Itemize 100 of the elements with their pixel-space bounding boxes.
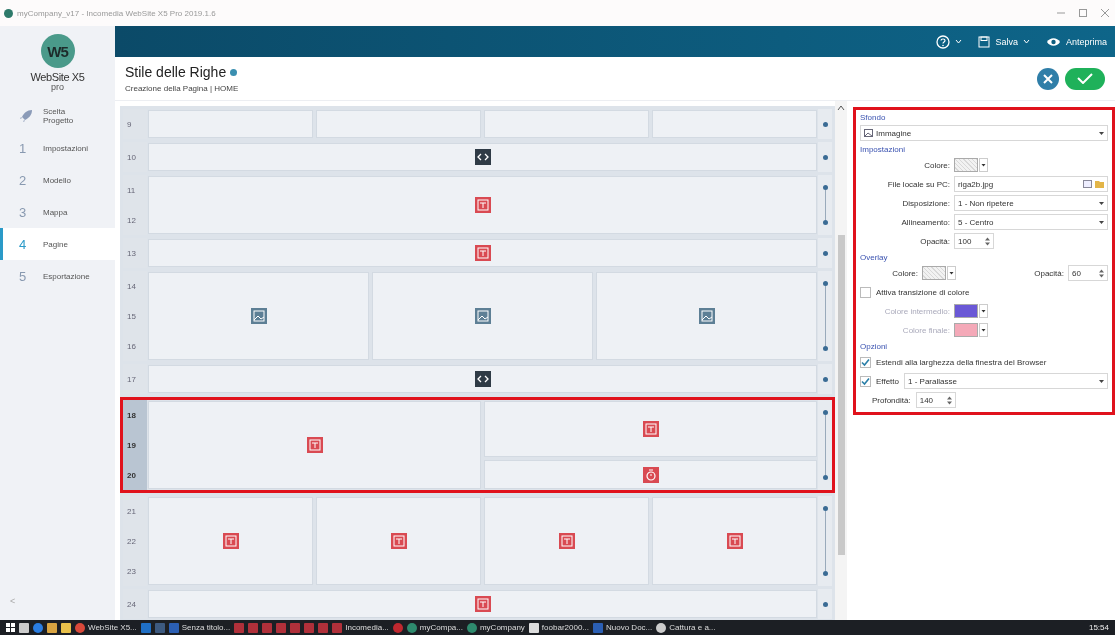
taskbar-item[interactable]: myCompa... — [406, 622, 463, 633]
grid-cell[interactable] — [484, 460, 817, 489]
scrollbar[interactable] — [835, 101, 847, 620]
spin-field[interactable]: 60 — [1068, 265, 1108, 281]
grid-cell[interactable] — [484, 497, 649, 585]
maximize-icon[interactable] — [1079, 9, 1087, 17]
dropdown[interactable]: 1 - Non ripetere — [954, 195, 1108, 211]
cancel-button[interactable] — [1037, 67, 1059, 90]
grid-cell[interactable] — [484, 401, 817, 457]
grid-cell[interactable] — [652, 110, 817, 138]
grid-cell[interactable] — [484, 110, 649, 138]
spin-field[interactable]: 140 — [915, 392, 956, 408]
color-swatch[interactable] — [954, 304, 978, 318]
taskbar-item[interactable]: WebSite X5... — [75, 622, 137, 633]
row-handle[interactable] — [818, 109, 832, 139]
text-block-icon — [558, 533, 575, 549]
row-handle[interactable] — [818, 589, 832, 619]
row-block[interactable]: 24 — [120, 586, 835, 620]
row-block[interactable]: 21 22 23 — [120, 493, 835, 589]
grid-cell[interactable] — [148, 365, 817, 393]
row-number: 10 — [126, 151, 137, 164]
row-block[interactable]: 17 — [120, 361, 835, 397]
folder-icon[interactable] — [1095, 180, 1104, 188]
grid-cell[interactable] — [316, 110, 481, 138]
field-label: Allineamento: — [900, 217, 950, 227]
minimize-icon[interactable] — [1057, 9, 1065, 17]
row-handle[interactable] — [818, 364, 832, 394]
preview-icon[interactable] — [1083, 180, 1092, 188]
nav-item[interactable]: 3 Mappa — [0, 196, 115, 228]
row-block[interactable]: 13 — [120, 235, 835, 271]
grid-cell[interactable] — [148, 272, 369, 360]
taskbar-item[interactable] — [6, 623, 15, 632]
nav-item[interactable]: 4 Pagine — [0, 228, 115, 260]
color-swatch[interactable] — [922, 266, 946, 280]
checkbox[interactable] — [860, 286, 871, 298]
grid-cell[interactable] — [148, 401, 481, 489]
text-block-icon — [474, 245, 491, 261]
row-number: 23 — [126, 565, 137, 578]
grid-cell[interactable] — [148, 590, 817, 618]
info-icon[interactable] — [230, 68, 238, 76]
dropdown[interactable]: 5 - Centro — [954, 214, 1108, 230]
row-block[interactable]: 18 19 20 — [120, 397, 835, 493]
nav-item[interactable]: 2 Modello — [0, 164, 115, 196]
app-square-icon — [61, 622, 71, 633]
taskbar-item[interactable] — [19, 622, 29, 633]
nav-item[interactable]: 1 Impostazioni — [0, 132, 115, 164]
confirm-button[interactable] — [1065, 67, 1105, 90]
spin-field[interactable]: 100 — [954, 233, 994, 249]
dropdown-arrow-icon — [1099, 201, 1104, 205]
grid-cell[interactable] — [148, 110, 313, 138]
taskbar-item[interactable] — [61, 622, 71, 633]
section-heading: Impostazioni — [860, 145, 906, 154]
row-handle[interactable] — [818, 142, 832, 172]
preview-button[interactable]: Anteprima — [1045, 36, 1107, 47]
grid-cell[interactable] — [652, 497, 817, 585]
row-handle[interactable] — [818, 175, 832, 235]
grid-cell[interactable] — [148, 239, 817, 267]
color-swatch[interactable] — [954, 158, 978, 172]
row-handle[interactable] — [818, 496, 832, 586]
taskbar-item[interactable] — [47, 622, 57, 633]
windows-logo-icon — [6, 623, 15, 632]
taskbar-item[interactable]: foobar2000... — [528, 622, 589, 633]
scroll-up-icon[interactable] — [837, 105, 845, 111]
row-number: 12 — [126, 214, 137, 227]
row-handle[interactable] — [818, 238, 832, 268]
grid-cell[interactable] — [316, 497, 481, 585]
save-button[interactable]: Salva — [978, 35, 1030, 48]
row-handle[interactable] — [818, 400, 832, 490]
checkbox[interactable] — [860, 356, 871, 368]
taskbar-item[interactable]: Cattura e a... — [656, 622, 716, 633]
row-block[interactable]: 11 12 — [120, 172, 835, 238]
file-path-field[interactable]: riga2b.jpg — [954, 176, 1108, 192]
grid-cell[interactable] — [148, 497, 313, 585]
grid-cell[interactable] — [148, 143, 817, 171]
taskbar-item[interactable]: Nuovo Doc... — [593, 622, 653, 633]
taskbar-item[interactable]: Senza titolo... — [168, 622, 231, 633]
grid-cell[interactable] — [596, 272, 817, 360]
dropdown[interactable]: 1 - Parallasse — [904, 373, 1108, 389]
row-handle[interactable] — [818, 271, 832, 361]
grid-cell[interactable] — [372, 272, 593, 360]
taskbar-item[interactable]: Incomedia... — [332, 622, 389, 633]
row-number: 20 — [126, 469, 137, 482]
row-block[interactable]: 14 15 16 — [120, 268, 835, 364]
grid-cell[interactable] — [148, 176, 817, 234]
help-button[interactable] — [936, 34, 963, 49]
color-swatch[interactable] — [954, 323, 978, 337]
nav-item[interactable]: 5 Esportazione — [0, 260, 115, 292]
row-block[interactable]: 10 — [120, 139, 835, 175]
row-number: 18 — [126, 409, 137, 422]
app-square-icon — [290, 622, 301, 633]
row-number: 9 — [126, 118, 133, 131]
row-number: 24 — [126, 598, 137, 611]
checkbox[interactable] — [860, 375, 871, 387]
row-number: 21 — [126, 505, 137, 518]
nav-item[interactable]: Scelta Progetto — [0, 100, 115, 132]
taskbar-item[interactable]: myCompany — [466, 622, 525, 633]
row-block[interactable]: 9 — [120, 106, 835, 142]
background-type-dropdown[interactable]: Immagine — [860, 125, 1108, 141]
help-icon — [936, 34, 951, 49]
close-icon[interactable] — [1101, 9, 1109, 17]
